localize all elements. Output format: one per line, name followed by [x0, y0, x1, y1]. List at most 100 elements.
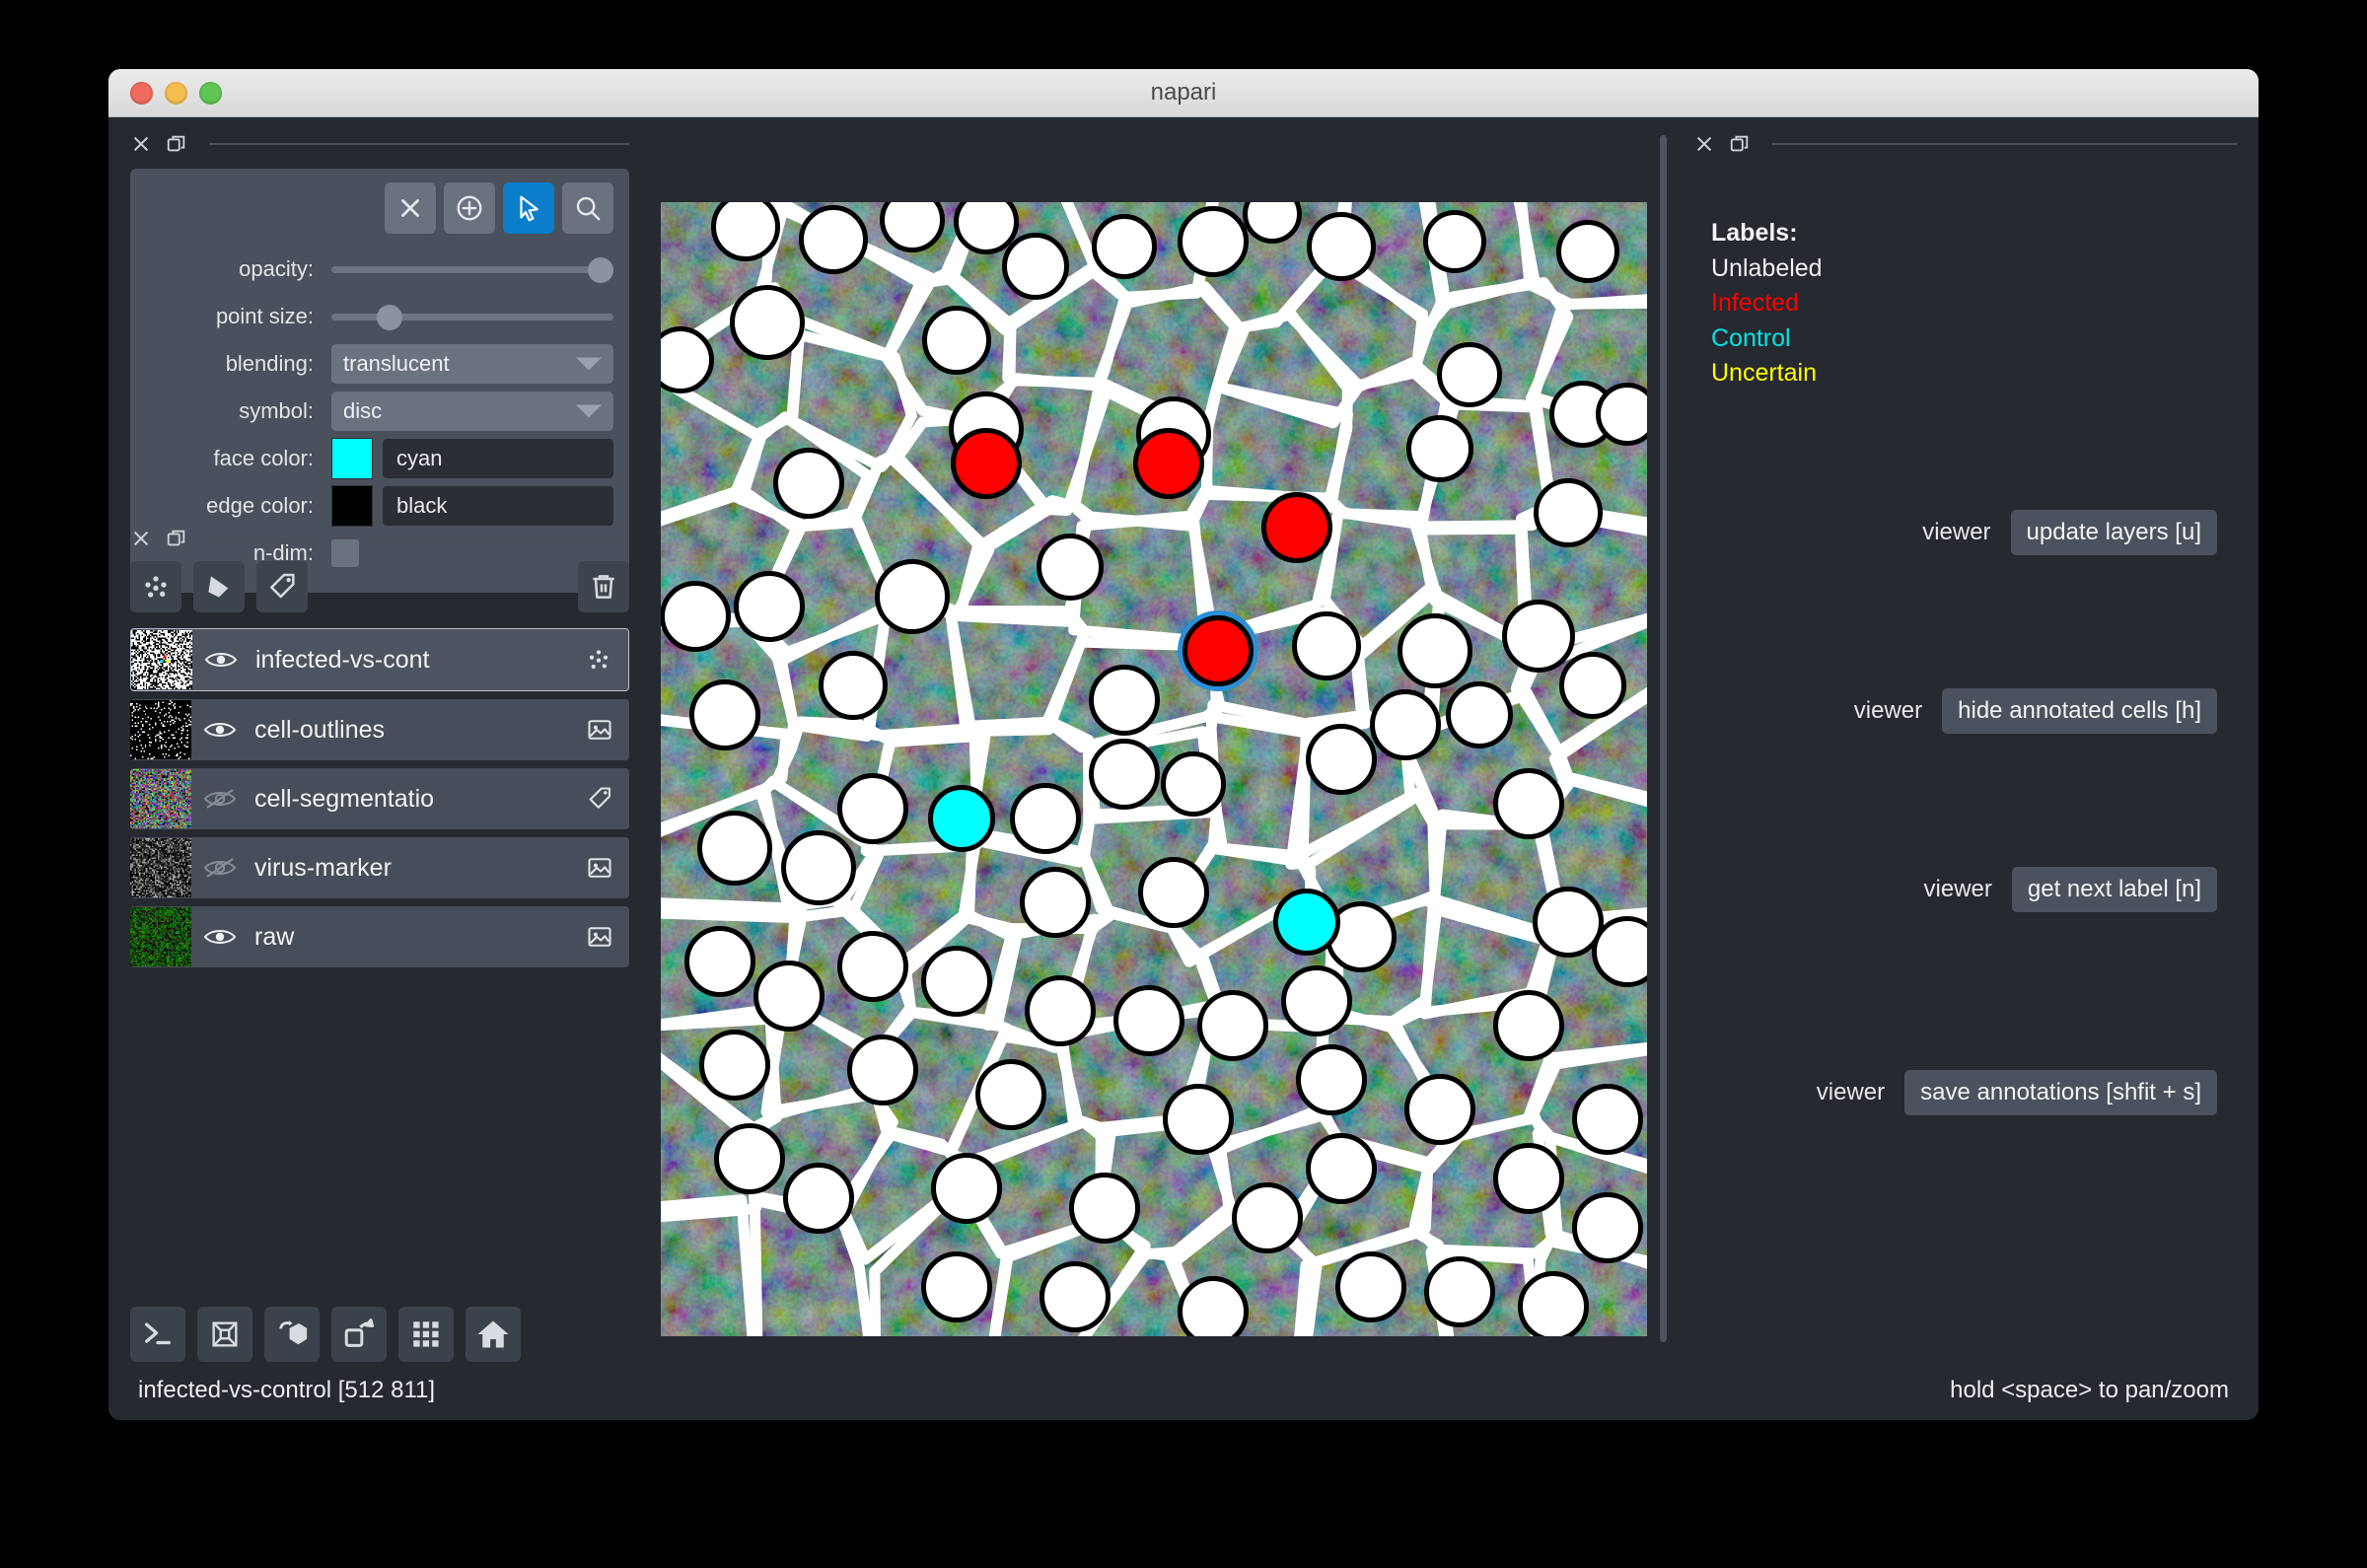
opacity-slider-knob[interactable] — [588, 257, 613, 283]
point-marker[interactable] — [1232, 1182, 1303, 1253]
point-marker[interactable] — [1020, 867, 1091, 938]
point-marker[interactable] — [781, 830, 856, 905]
point-marker[interactable] — [734, 571, 805, 642]
save-annotations-button[interactable]: save annotations [shfit + s] — [1904, 1070, 2217, 1115]
blending-select[interactable]: translucent — [331, 344, 613, 384]
point-marker[interactable] — [1197, 990, 1268, 1061]
point-marker[interactable] — [1572, 1192, 1643, 1263]
face-color-swatch[interactable] — [331, 438, 373, 479]
point-marker[interactable] — [1025, 975, 1096, 1046]
new-labels-layer-button[interactable] — [256, 561, 308, 612]
point-marker[interactable] — [1423, 210, 1486, 273]
zoom-button[interactable] — [199, 82, 222, 105]
point-marker[interactable] — [730, 285, 805, 360]
point-marker[interactable] — [837, 931, 908, 1002]
toggle-ndisplay-button[interactable] — [197, 1307, 252, 1362]
point-marker[interactable] — [1163, 1084, 1234, 1155]
roll-dims-button[interactable] — [264, 1307, 320, 1362]
point-marker[interactable] — [783, 1163, 854, 1234]
point-marker[interactable] — [1446, 681, 1513, 748]
symbol-select[interactable]: disc — [331, 392, 613, 431]
opacity-slider[interactable] — [331, 255, 613, 283]
point-marker[interactable] — [1089, 739, 1160, 810]
point-marker[interactable] — [753, 961, 825, 1032]
point-marker[interactable] — [1370, 689, 1441, 760]
point-marker[interactable] — [1040, 1261, 1111, 1332]
point-marker[interactable] — [1178, 206, 1249, 277]
point-marker[interactable] — [661, 581, 731, 652]
image-canvas[interactable] — [661, 202, 1647, 1336]
point-marker[interactable] — [975, 1059, 1046, 1130]
face-color-value[interactable]: cyan — [383, 439, 613, 478]
point-marker[interactable] — [1261, 492, 1332, 563]
point-marker[interactable] — [847, 1034, 918, 1105]
pan-zoom-button[interactable] — [562, 182, 613, 234]
minimize-button[interactable] — [165, 82, 187, 105]
close-button[interactable] — [130, 82, 153, 105]
point-marker[interactable] — [1335, 1251, 1406, 1322]
point-marker[interactable] — [1092, 214, 1157, 279]
point-marker[interactable] — [931, 1153, 1002, 1224]
layer-row-cell-segmentatio[interactable]: cell-segmentatio — [130, 768, 629, 829]
float-icon[interactable] — [1729, 133, 1751, 155]
point-marker[interactable] — [837, 773, 908, 844]
point-marker[interactable] — [1306, 724, 1377, 795]
panel-splitter[interactable] — [1660, 135, 1667, 1342]
point-marker[interactable] — [714, 1123, 785, 1194]
eye-visible-icon[interactable] — [191, 719, 249, 741]
point-marker[interactable] — [1398, 613, 1472, 688]
get-next-label-button[interactable]: get next label [n] — [2012, 867, 2217, 912]
console-button[interactable] — [130, 1307, 185, 1362]
point-marker[interactable] — [1281, 965, 1352, 1036]
point-marker[interactable] — [1493, 1143, 1564, 1214]
point-marker[interactable] — [875, 559, 950, 634]
point-marker[interactable] — [799, 205, 868, 274]
reset-view-button[interactable] — [466, 1307, 521, 1362]
point-marker[interactable] — [928, 785, 995, 852]
point-marker[interactable] — [1406, 415, 1473, 482]
point-marker[interactable] — [1306, 1133, 1377, 1204]
point-marker[interactable] — [922, 306, 991, 375]
point-marker[interactable] — [921, 1251, 992, 1322]
point-marker[interactable] — [1424, 1256, 1495, 1327]
point-marker-selected[interactable] — [1183, 615, 1254, 686]
point-marker[interactable] — [1089, 665, 1160, 736]
point-marker[interactable] — [1273, 889, 1340, 956]
point-marker[interactable] — [1559, 652, 1626, 719]
float-icon[interactable] — [166, 528, 187, 549]
point-marker[interactable] — [1404, 1074, 1475, 1145]
point-marker[interactable] — [699, 1030, 770, 1101]
point-size-slider[interactable] — [331, 303, 613, 330]
point-marker[interactable] — [684, 926, 755, 997]
point-marker[interactable] — [1113, 985, 1184, 1056]
delete-selected-points-button[interactable] — [385, 182, 436, 234]
point-marker[interactable] — [1437, 342, 1502, 407]
point-marker[interactable] — [1493, 990, 1564, 1061]
add-points-button[interactable] — [444, 182, 495, 234]
transpose-dims-button[interactable] — [331, 1307, 387, 1362]
point-marker[interactable] — [1307, 212, 1376, 281]
point-marker[interactable] — [1493, 768, 1564, 839]
point-marker[interactable] — [1296, 1044, 1367, 1115]
canvas-area[interactable] — [651, 117, 1657, 1420]
layer-row-infected-vs-cont[interactable]: infected-vs-cont — [130, 628, 629, 691]
eye-hidden-icon[interactable] — [191, 788, 249, 810]
layer-row-raw[interactable]: raw — [130, 906, 629, 967]
select-points-button[interactable] — [503, 182, 554, 234]
point-marker[interactable] — [697, 811, 772, 886]
grid-view-button[interactable] — [398, 1307, 454, 1362]
point-marker[interactable] — [951, 428, 1022, 499]
point-marker[interactable] — [921, 946, 992, 1017]
point-marker[interactable] — [1292, 611, 1361, 680]
new-points-layer-button[interactable] — [130, 561, 181, 612]
layer-row-virus-marker[interactable]: virus-marker — [130, 837, 629, 898]
point-marker[interactable] — [689, 679, 760, 750]
new-shapes-layer-button[interactable] — [193, 561, 245, 612]
point-marker[interactable] — [1556, 220, 1619, 283]
eye-hidden-icon[interactable] — [191, 857, 249, 879]
update-layers-button[interactable]: update layers [u] — [2011, 510, 2217, 555]
point-marker[interactable] — [1138, 857, 1209, 928]
point-marker[interactable] — [1502, 600, 1575, 673]
eye-visible-icon[interactable] — [191, 926, 249, 948]
point-marker[interactable] — [1161, 751, 1226, 817]
